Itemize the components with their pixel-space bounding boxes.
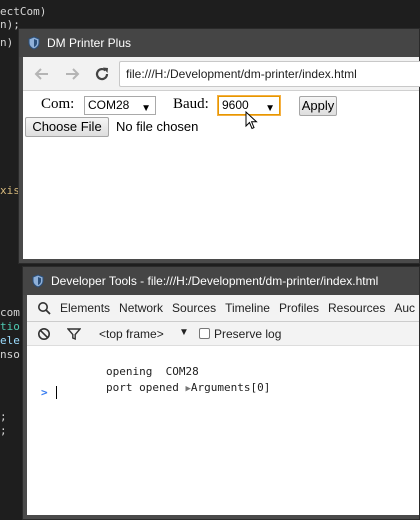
- chevron-down-icon: ▼: [265, 103, 275, 114]
- code-line: ;: [0, 410, 7, 423]
- baud-rate-select-value: 9600: [222, 98, 249, 112]
- forward-arrow-icon[interactable]: [63, 65, 81, 83]
- browser-window: DM Printer Plus file:///H:/Development/d…: [18, 28, 420, 264]
- browser-toolbar: file:///H:/Development/dm-printer/index.…: [23, 57, 420, 91]
- filter-icon[interactable]: [67, 327, 81, 341]
- devtools-client: Elements Network Sources Timeline Profil…: [27, 295, 419, 515]
- reload-icon[interactable]: [93, 65, 111, 83]
- code-line: com: [0, 306, 20, 319]
- tab-elements[interactable]: Elements: [60, 301, 110, 315]
- com-port-select-value: COM28: [88, 98, 130, 112]
- com-port-select[interactable]: COM28 ▼: [84, 96, 156, 115]
- code-line: ectCom): [0, 5, 47, 18]
- chevron-down-icon: ▼: [141, 103, 151, 114]
- address-bar[interactable]: file:///H:/Development/dm-printer/index.…: [119, 61, 420, 87]
- tab-resources[interactable]: Resources: [328, 301, 385, 315]
- code-line: ele: [0, 334, 20, 347]
- frame-selector[interactable]: <top frame>: [99, 327, 164, 341]
- no-file-chosen-text: No file chosen: [116, 119, 199, 134]
- apply-button[interactable]: Apply: [299, 96, 337, 116]
- browser-window-title: DM Printer Plus: [47, 36, 132, 50]
- code-line: xis: [0, 184, 20, 197]
- page-content: Com: COM28 ▼ Baud: 9600 ▼ Apply Choose F…: [23, 91, 419, 259]
- chevron-down-icon[interactable]: ▼: [179, 327, 189, 338]
- devtools-tab-bar: Elements Network Sources Timeline Profil…: [27, 295, 419, 322]
- clear-console-icon[interactable]: [37, 327, 51, 341]
- preserve-log-checkbox[interactable]: [199, 328, 210, 339]
- preserve-log-label: Preserve log: [214, 327, 282, 341]
- code-line: ;: [0, 424, 7, 437]
- mouse-cursor-icon: [245, 111, 258, 130]
- console-input-caret[interactable]: [56, 386, 57, 399]
- tab-profiles[interactable]: Profiles: [279, 301, 319, 315]
- tab-sources[interactable]: Sources: [172, 301, 216, 315]
- console-log-line: port opened ▶Arguments[0]: [53, 368, 270, 407]
- browser-titlebar[interactable]: DM Printer Plus: [19, 29, 419, 57]
- devtools-window: Developer Tools - file:///H:/Development…: [22, 266, 420, 520]
- devtools-window-title: Developer Tools - file:///H:/Development…: [51, 274, 379, 288]
- tab-timeline[interactable]: Timeline: [225, 301, 270, 315]
- console-toolbar: <top frame> ▼ Preserve log: [27, 322, 419, 346]
- code-line: nso: [0, 348, 20, 361]
- baud-label: Baud:: [173, 96, 209, 112]
- search-icon[interactable]: [37, 301, 51, 315]
- code-line: n);: [0, 18, 20, 31]
- app-shield-icon: [32, 274, 44, 288]
- devtools-titlebar[interactable]: Developer Tools - file:///H:/Development…: [23, 267, 419, 295]
- tab-network[interactable]: Network: [119, 301, 163, 315]
- back-arrow-icon[interactable]: [33, 65, 51, 83]
- browser-client: file:///H:/Development/dm-printer/index.…: [23, 57, 420, 259]
- console-log-label: port opened: [105, 381, 179, 394]
- code-line: tio: [0, 320, 20, 333]
- app-shield-icon: [28, 36, 40, 50]
- console-prompt: >: [41, 386, 48, 399]
- com-label: Com:: [41, 96, 75, 112]
- code-line: n): [0, 36, 14, 49]
- console-log-object[interactable]: Arguments[0]: [191, 381, 270, 394]
- console-output: opening COM28 port opened ▶Arguments[0] …: [27, 346, 419, 515]
- choose-file-button[interactable]: Choose File: [25, 117, 109, 137]
- tab-audits[interactable]: Auc: [394, 301, 415, 315]
